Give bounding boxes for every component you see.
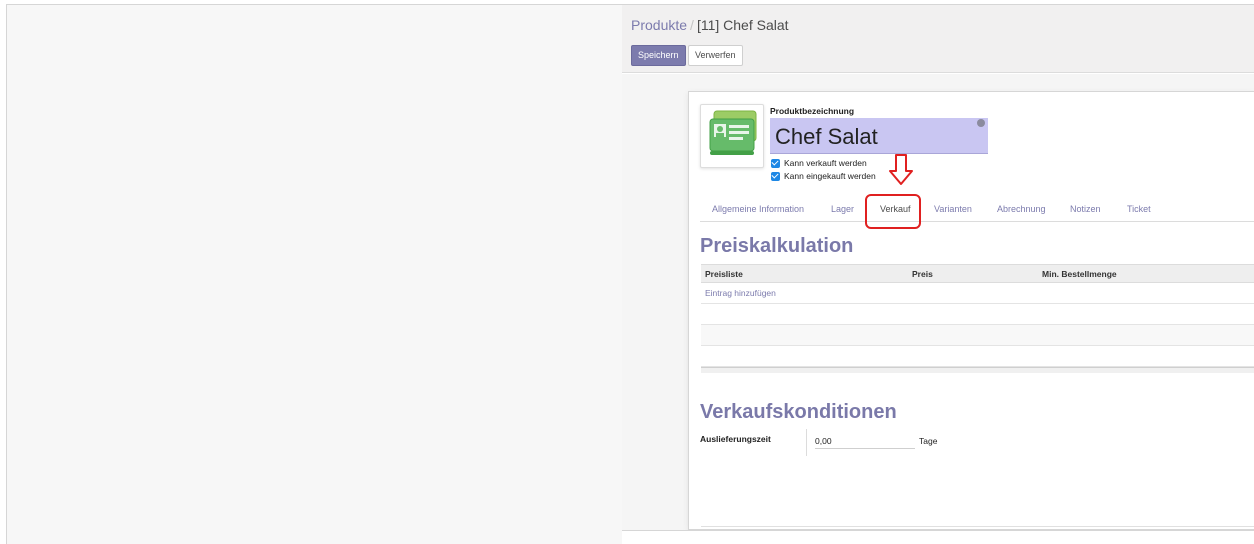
form-view: Produkte / [11] Chef Salat Speichern Verwe… <box>622 5 1254 530</box>
form-sheet: Produktbezeichnung Chef Salat Kann verka… <box>688 91 1254 530</box>
sales-tab-highlight <box>865 194 921 229</box>
divider <box>701 526 1254 527</box>
translate-globe-icon[interactable] <box>977 119 985 127</box>
field-separator <box>806 429 807 456</box>
tab-ticket[interactable]: Ticket <box>1127 204 1151 214</box>
divider <box>622 530 1254 531</box>
column-price[interactable]: Preis <box>912 269 933 279</box>
add-line-row: Eintrag hinzufügen <box>701 283 1254 304</box>
product-name-input[interactable]: Chef Salat <box>770 118 988 154</box>
down-arrow-annotation-icon <box>889 154 913 185</box>
tab-notes[interactable]: Notizen <box>1070 204 1101 214</box>
breadcrumb-separator: / <box>690 17 694 33</box>
table-row <box>701 346 1254 367</box>
discard-button[interactable]: Verwerfen <box>688 45 743 66</box>
tab-variants[interactable]: Varianten <box>934 204 972 214</box>
lead-time-input[interactable]: 0,00 <box>815 436 915 449</box>
product-name-label: Produktbezeichnung <box>770 106 855 116</box>
notebook-tabs: Allgemeine Information Lager Verkauf Var… <box>700 198 1254 222</box>
pricing-section-title: Preiskalkulation <box>700 235 854 257</box>
product-image[interactable] <box>700 104 764 168</box>
can-be-purchased-label: Kann eingekauft werden <box>784 171 876 181</box>
can-be-sold-label: Kann verkauft werden <box>784 158 867 168</box>
lead-time-label: Auslieferungszeit <box>700 434 771 444</box>
column-min-quantity[interactable]: Min. Bestellmenge <box>1042 269 1117 279</box>
table-row <box>701 304 1254 325</box>
checkbox-checked-icon[interactable] <box>771 158 780 168</box>
can-be-sold-checkbox[interactable]: Kann verkauft werden <box>771 158 867 168</box>
lead-time-unit: Tage <box>919 436 938 446</box>
breadcrumb-products-link[interactable]: Produkte <box>631 17 687 33</box>
pricelist-table: Preisliste Preis Min. Bestellmenge Eintr… <box>701 264 1254 373</box>
add-line-link[interactable]: Eintrag hinzufügen <box>705 288 776 298</box>
contact-card-icon <box>709 110 757 155</box>
save-button[interactable]: Speichern <box>631 45 686 66</box>
checkbox-checked-icon[interactable] <box>771 171 780 181</box>
sales-conditions-title: Verkaufskonditionen <box>700 401 897 423</box>
table-row <box>701 325 1254 346</box>
can-be-purchased-checkbox[interactable]: Kann eingekauft werden <box>771 171 876 181</box>
left-pane <box>7 5 622 544</box>
control-panel: Produkte / [11] Chef Salat Speichern Verwe… <box>622 5 1254 73</box>
tab-accounting[interactable]: Abrechnung <box>997 204 1046 214</box>
table-header: Preisliste Preis Min. Bestellmenge <box>701 264 1254 283</box>
column-pricelist[interactable]: Preisliste <box>705 269 743 279</box>
table-footer <box>701 367 1254 373</box>
breadcrumb: Produkte / [11] Chef Salat <box>631 17 789 33</box>
tab-inventory[interactable]: Lager <box>831 204 854 214</box>
breadcrumb-current: [11] Chef Salat <box>696 17 789 33</box>
tab-general-information[interactable]: Allgemeine Information <box>712 204 804 214</box>
